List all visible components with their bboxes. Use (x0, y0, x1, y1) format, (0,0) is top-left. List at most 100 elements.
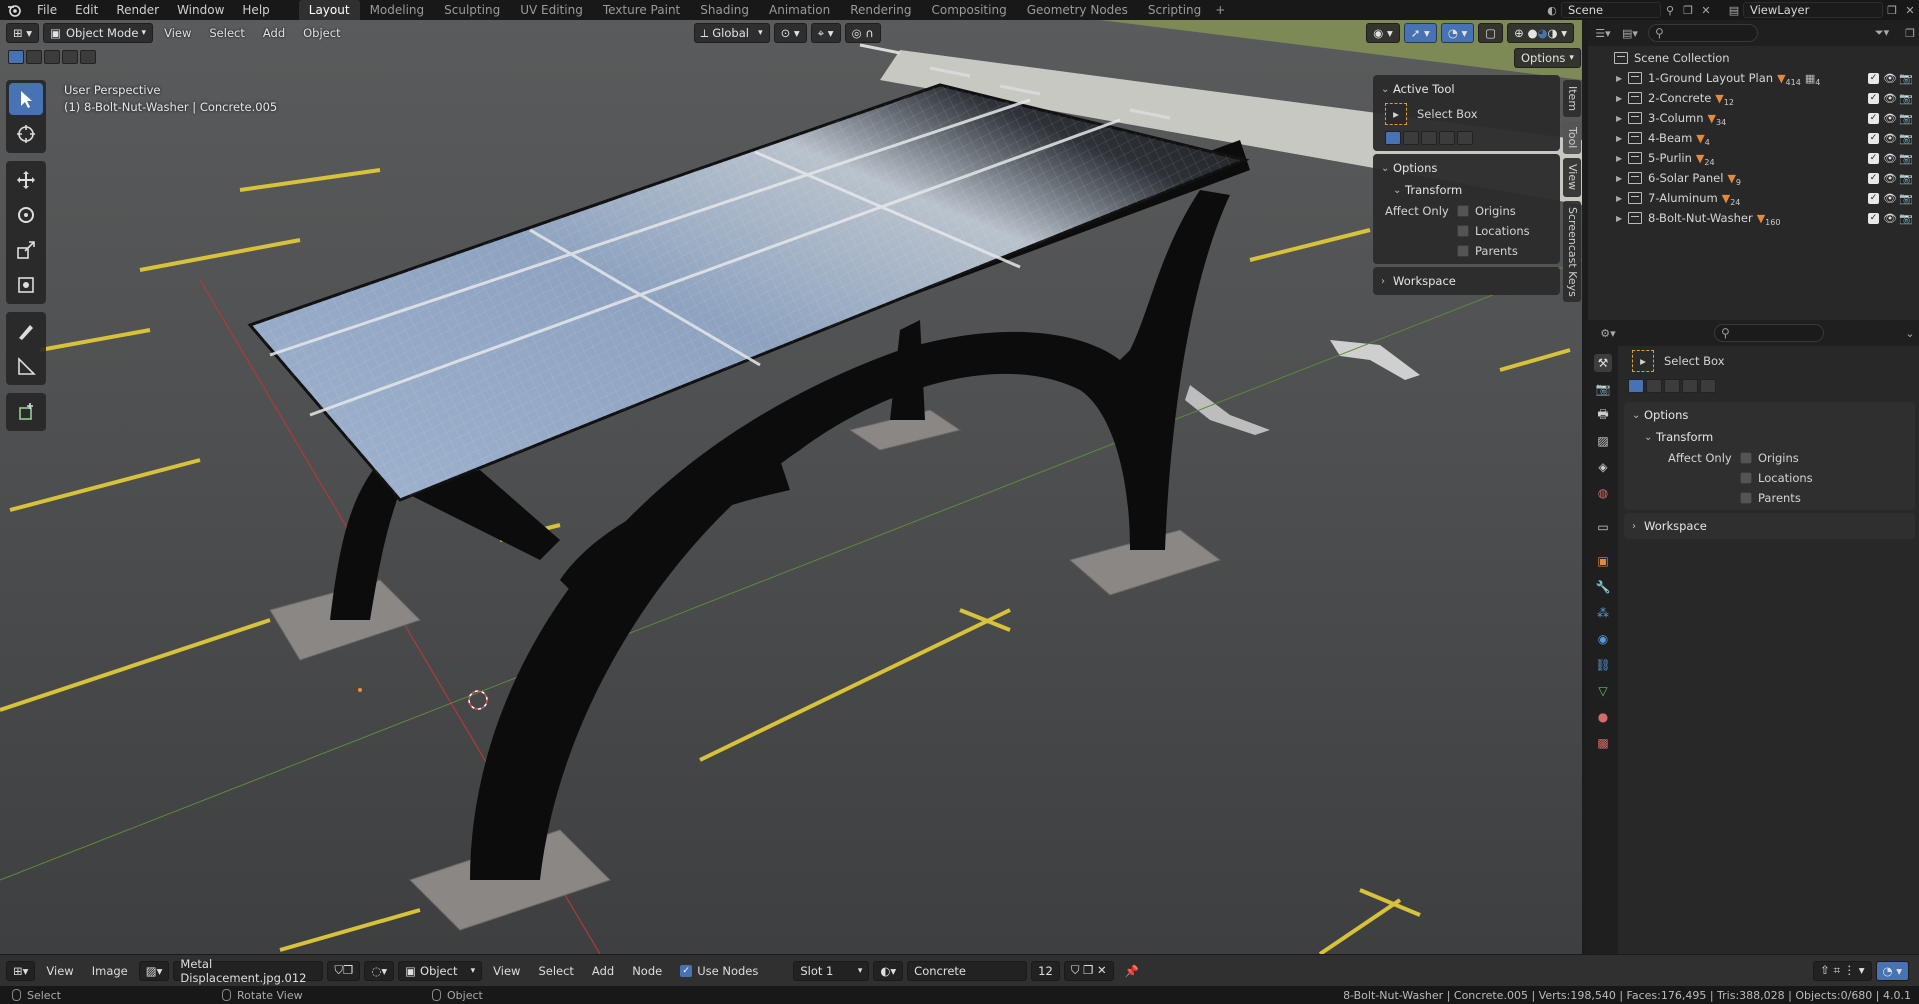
menu-file[interactable]: File (28, 0, 66, 20)
include-checkbox[interactable]: ✓ (1868, 112, 1879, 124)
prop-parents-checkbox[interactable] (1740, 492, 1752, 504)
snap-button[interactable]: ⌖ ▾ (810, 23, 841, 43)
expand-arrow-icon[interactable]: ▶ (1616, 74, 1628, 83)
new-scene-icon[interactable]: ❐ (1679, 2, 1697, 18)
view-layer-tab-icon[interactable]: ▨ (1594, 432, 1612, 450)
include-checkbox[interactable]: ✓ (1868, 132, 1879, 144)
expand-arrow-icon[interactable]: ▶ (1616, 114, 1628, 123)
mode-dropdown[interactable]: ▣ Object Mode ▾ (43, 23, 154, 43)
eye-icon[interactable]: 👁 (1883, 132, 1897, 145)
camera-icon[interactable]: 📷 (1899, 152, 1913, 165)
measure-tool[interactable] (9, 350, 43, 382)
material-browse-icon[interactable]: ◐▾ (873, 960, 904, 981)
expand-arrow-icon[interactable]: ▶ (1616, 174, 1628, 183)
camera-icon[interactable]: 📷 (1899, 192, 1913, 205)
image-name-field[interactable]: Metal Displacement.jpg.012 (173, 957, 324, 985)
modifier-tab-icon[interactable]: 🔧 (1594, 578, 1612, 596)
scene-tab-icon[interactable]: ◈ (1594, 458, 1612, 476)
transform-header[interactable]: ⌄ Transform (1373, 179, 1560, 201)
select-intersect-icon[interactable] (80, 50, 96, 64)
delete-view-layer-icon[interactable]: ✕ (1901, 2, 1919, 18)
expand-arrow-icon[interactable]: ▶ (1616, 134, 1628, 143)
material-name-field[interactable]: Concrete (907, 960, 1028, 981)
select-extend-icon[interactable] (26, 50, 42, 64)
tab-geometry-nodes[interactable]: Geometry Nodes (1017, 0, 1138, 20)
eye-icon[interactable]: 👁 (1883, 172, 1897, 185)
transform-orientation-dropdown[interactable]: ⟂ Global ▾ (693, 23, 770, 43)
camera-icon[interactable]: 📷 (1899, 132, 1913, 145)
viewport-menu-object[interactable]: Object (296, 23, 347, 43)
collection-row[interactable]: ▶ 5-Purlin ▼ 24 ✓ 👁 📷 (1588, 148, 1919, 168)
node-snap-buttons[interactable]: ⇧ ⌗ ⋮ ▾ (1813, 960, 1872, 981)
view-layer-field[interactable]: ViewLayer (1743, 2, 1883, 18)
prop-origins-checkbox[interactable] (1740, 452, 1752, 464)
add-cube-tool[interactable] (9, 396, 43, 428)
node-menu-select[interactable]: Select (531, 961, 580, 981)
shading-modes[interactable]: ⊕ ● ◕ ◑ ▾ (1507, 23, 1574, 43)
include-checkbox[interactable]: ✓ (1868, 212, 1879, 224)
annotate-tool[interactable] (9, 315, 43, 347)
tab-texture-paint[interactable]: Texture Paint (593, 0, 690, 20)
bottom-menu-image[interactable]: Image (85, 961, 135, 981)
xray-button[interactable]: ▢ (1478, 23, 1504, 43)
scene-collection-row[interactable]: Scene Collection (1588, 48, 1919, 68)
mode-set-icon[interactable] (1385, 131, 1401, 145)
options-header[interactable]: ⌄ Options (1373, 157, 1560, 179)
scene-type-icon[interactable]: ◐ (1543, 2, 1561, 18)
select-subtract-icon[interactable] (44, 50, 60, 64)
mode-invert-icon[interactable] (1439, 131, 1455, 145)
tab-tool[interactable]: Tool (1563, 121, 1581, 155)
mode-intersect-icon[interactable] (1700, 379, 1716, 393)
camera-icon[interactable]: 📷 (1899, 172, 1913, 185)
tab-layout[interactable]: Layout (298, 0, 360, 20)
camera-icon[interactable]: 📷 (1899, 92, 1913, 105)
display-mode-icon[interactable]: ▤▾ (1616, 25, 1644, 41)
collection-row[interactable]: ▶ 8-Bolt-Nut-Washer ▼ 160 ✓ 👁 📷 (1588, 208, 1919, 228)
3d-viewport[interactable]: ⊞ ▾ ▣ Object Mode ▾ View Select Add Obje… (0, 20, 1582, 954)
tab-scripting[interactable]: Scripting (1138, 0, 1211, 20)
editor-type-button[interactable]: ⊞ ▾ (6, 23, 40, 43)
mode-subtract-icon[interactable] (1664, 379, 1680, 393)
include-checkbox[interactable]: ✓ (1868, 92, 1879, 104)
include-checkbox[interactable]: ✓ (1868, 72, 1879, 84)
mode-extend-icon[interactable] (1646, 379, 1662, 393)
tab-sculpting[interactable]: Sculpting (434, 0, 510, 20)
origins-checkbox[interactable] (1457, 205, 1469, 217)
collection-row[interactable]: ▶ 2-Concrete ▼ 12 ✓ 👁 📷 (1588, 88, 1919, 108)
blender-logo-icon[interactable] (0, 0, 28, 20)
tab-modeling[interactable]: Modeling (360, 0, 435, 20)
expand-arrow-icon[interactable]: ▶ (1616, 194, 1628, 203)
outliner-editor-icon[interactable]: ☰▾ (1594, 25, 1612, 41)
node-overlay-button[interactable]: ◔ ▾ (1875, 960, 1909, 981)
particles-tab-icon[interactable]: ⁂ (1594, 604, 1612, 622)
fake-user-icon[interactable]: ⛉❐ (327, 960, 361, 981)
collection-row[interactable]: ▶ 6-Solar Panel ▼ 9 ✓ 👁 📷 (1588, 168, 1919, 188)
delete-scene-icon[interactable]: ✕ (1697, 2, 1715, 18)
prop-locations-checkbox[interactable] (1740, 472, 1752, 484)
material-actions[interactable]: ⛉ ❐ ✕ (1063, 960, 1114, 981)
menu-window[interactable]: Window (168, 0, 233, 20)
select-box-icon[interactable]: ▸ (1632, 350, 1654, 372)
filter-icon[interactable]: ⏷▾ (1867, 25, 1897, 41)
image-browse-icon[interactable]: ▨▾ (138, 960, 170, 981)
viewport-menu-select[interactable]: Select (202, 23, 251, 43)
expand-arrow-icon[interactable]: ▶ (1616, 214, 1628, 223)
include-checkbox[interactable]: ✓ (1868, 172, 1879, 184)
tab-rendering[interactable]: Rendering (840, 0, 921, 20)
collection-row[interactable]: ▶ 3-Column ▼ 34 ✓ 👁 📷 (1588, 108, 1919, 128)
pivot-point-button[interactable]: ⊙ ▾ (773, 23, 807, 43)
parents-checkbox[interactable] (1457, 245, 1469, 257)
select-box-tool[interactable] (9, 83, 43, 115)
move-tool[interactable] (9, 164, 43, 196)
viewport-menu-add[interactable]: Add (256, 23, 292, 43)
node-menu-node[interactable]: Node (625, 961, 669, 981)
texture-tab-icon[interactable]: ▩ (1594, 734, 1612, 752)
eye-icon[interactable]: 👁 (1883, 72, 1897, 85)
chevron-down-icon[interactable]: ⌄ (1901, 325, 1919, 341)
new-view-layer-icon[interactable]: ❐ (1883, 2, 1901, 18)
world-tab-icon[interactable]: ◍ (1594, 484, 1612, 502)
active-tool-header[interactable]: ⌄ Active Tool (1373, 78, 1560, 100)
slot-dropdown[interactable]: Slot 1 ▾ (793, 960, 870, 981)
properties-search-input[interactable]: ⚲ (1714, 324, 1824, 342)
select-invert-icon[interactable] (62, 50, 78, 64)
